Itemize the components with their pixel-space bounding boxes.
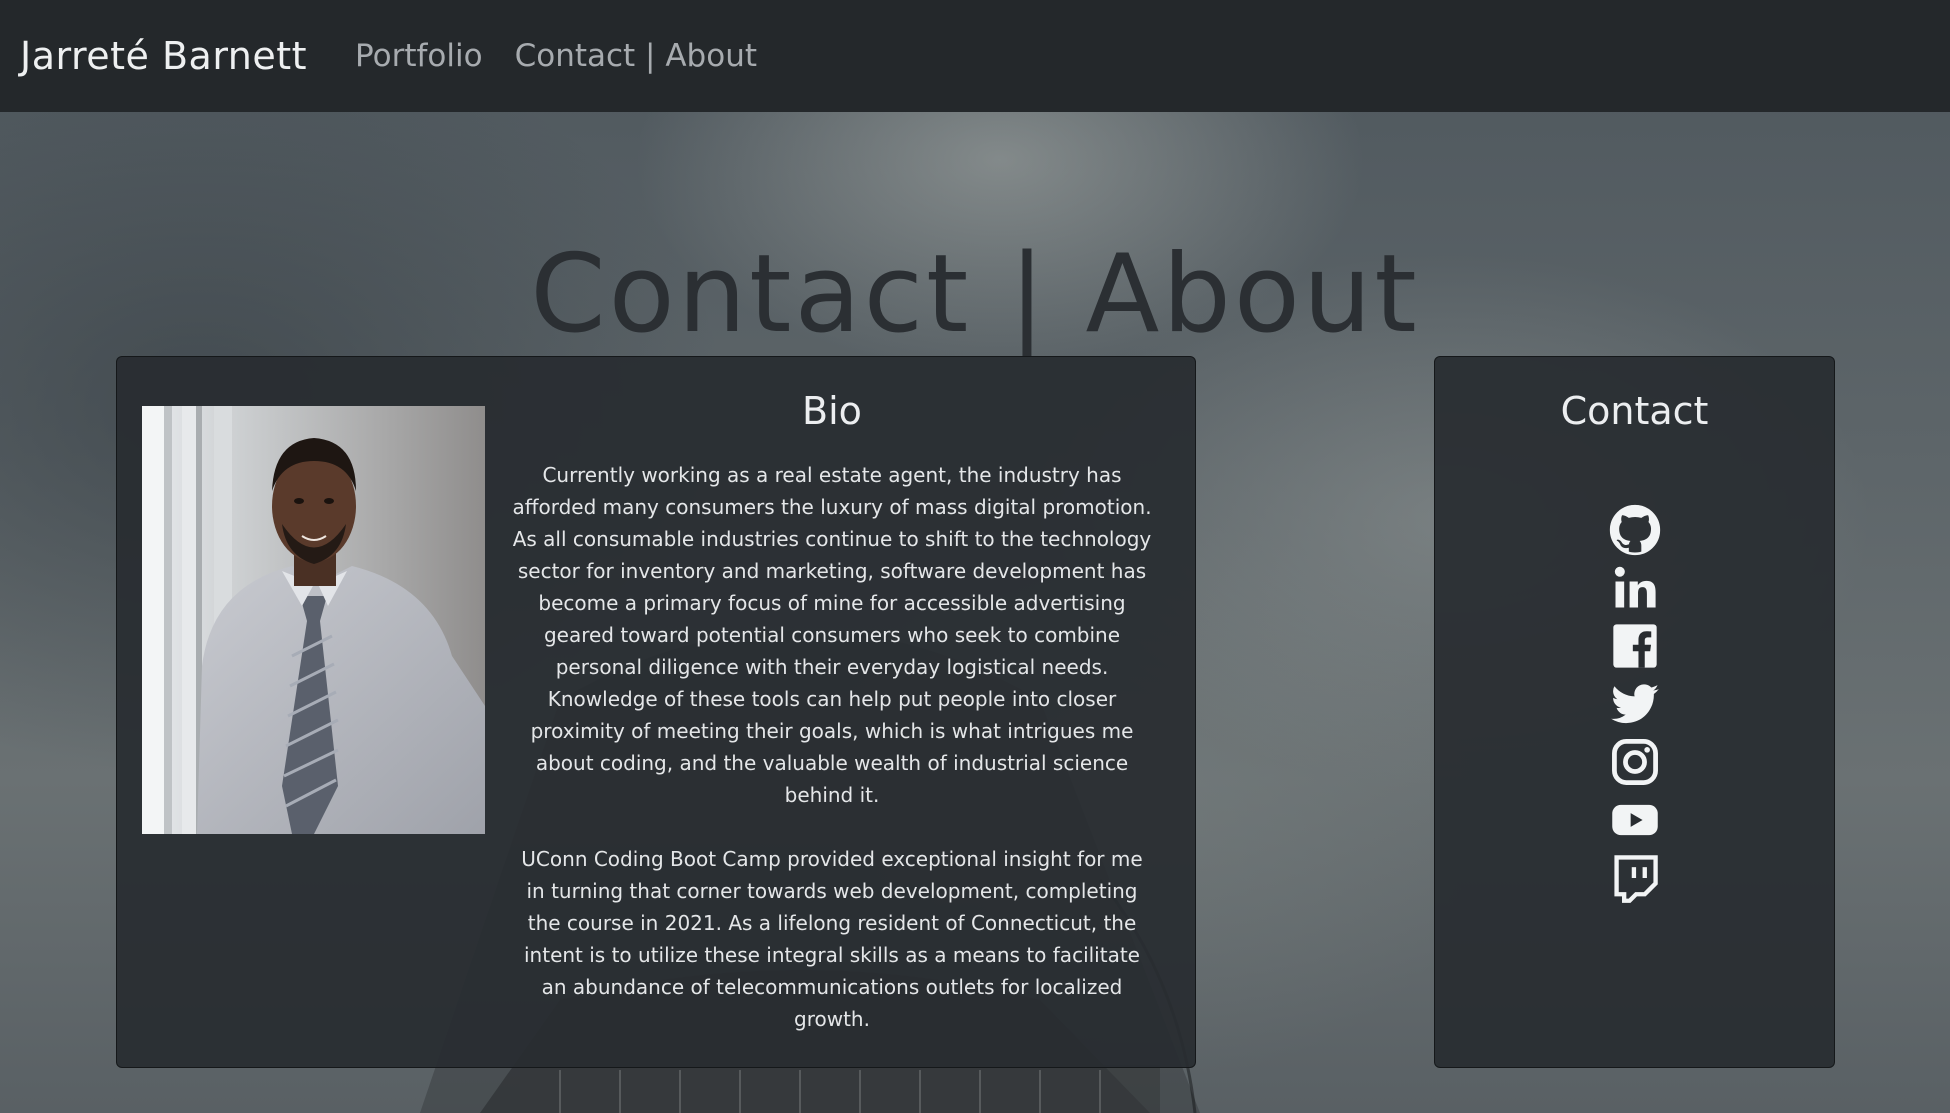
- nav-link-portfolio[interactable]: Portfolio: [355, 38, 483, 74]
- facebook-icon[interactable]: [1609, 620, 1661, 672]
- bio-heading: Bio: [802, 389, 862, 433]
- bio-content: Bio Currently working as a real estate a…: [512, 389, 1152, 1067]
- bio-paragraph: Currently working as a real estate agent…: [512, 463, 1152, 807]
- contact-heading: Contact: [1560, 389, 1709, 433]
- profile-photo: [142, 406, 485, 834]
- linkedin-icon[interactable]: [1609, 562, 1661, 614]
- github-icon[interactable]: [1609, 504, 1661, 556]
- twitter-icon[interactable]: [1609, 678, 1661, 730]
- youtube-icon[interactable]: [1609, 794, 1661, 846]
- contact-card: Contact: [1434, 356, 1835, 1068]
- nav-link-contact-about[interactable]: Contact | About: [515, 38, 757, 74]
- profile-photo-graphic: [142, 406, 485, 834]
- bio-paragraph: UConn Coding Boot Camp provided exceptio…: [521, 847, 1143, 1031]
- instagram-icon[interactable]: [1609, 736, 1661, 788]
- bio-card: Bio Currently working as a real estate a…: [116, 356, 1196, 1068]
- social-links: [1435, 504, 1834, 910]
- page-title: Contact | About: [530, 232, 1420, 358]
- brand-link[interactable]: Jarreté Barnett: [20, 34, 307, 78]
- navbar: Jarreté Barnett Portfolio Contact | Abou…: [0, 0, 1950, 112]
- twitch-icon[interactable]: [1609, 852, 1661, 904]
